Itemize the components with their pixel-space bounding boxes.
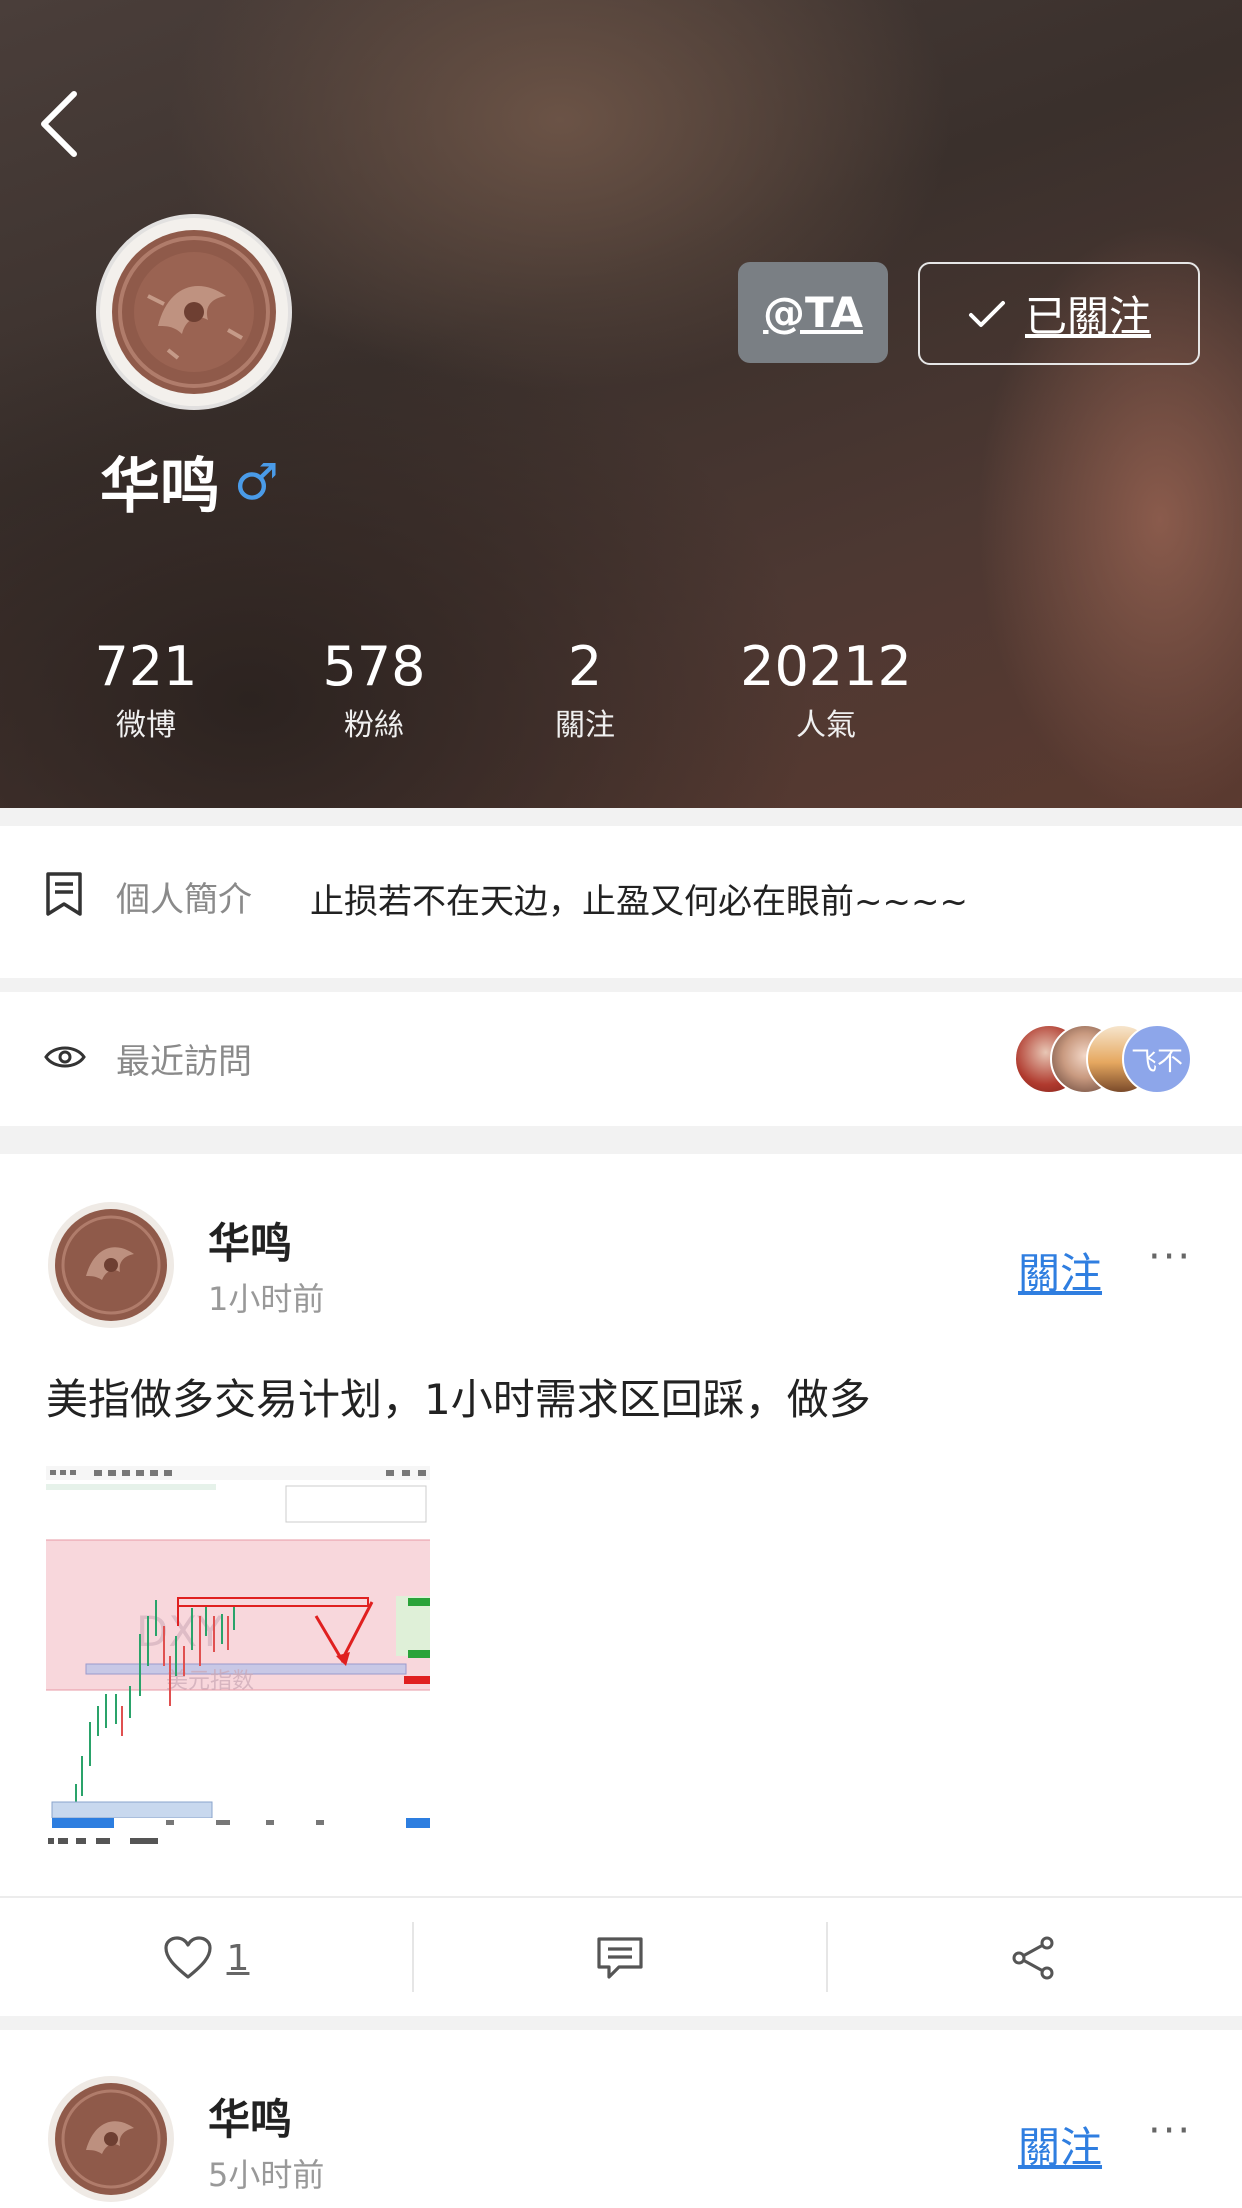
stat-label: 人氣 xyxy=(796,708,856,743)
stat-label: 關注 xyxy=(555,708,615,743)
stat-weibo[interactable]: 721 微博 xyxy=(86,632,206,750)
recent-visits-section[interactable]: 最近訪問 飞不 xyxy=(0,992,1242,1126)
post-author-name[interactable]: 华鸣 xyxy=(208,1210,292,1271)
post-author-avatar[interactable] xyxy=(48,2076,174,2202)
share-icon xyxy=(1012,1936,1054,1980)
intro-text: 止损若不在天边，止盈又何必在眼前~~~~ xyxy=(310,882,968,922)
follow-button[interactable]: 關注 xyxy=(1018,2114,1102,2175)
visitor-avatars[interactable]: 飞不 xyxy=(1014,1024,1194,1094)
profile-name-row: 华鸣 ♂ xyxy=(100,438,279,525)
post-card: 华鸣 5小时前 關注 ··· xyxy=(0,2030,1242,2208)
male-gender-icon: ♂ xyxy=(234,452,279,511)
stat-value: 721 xyxy=(94,635,198,698)
stat-label: 粉絲 xyxy=(344,708,404,743)
recent-visits-label: 最近訪問 xyxy=(116,1042,252,1082)
follow-button[interactable]: 關注 xyxy=(1018,1240,1102,1301)
comment-button[interactable] xyxy=(414,1898,826,2018)
profile-name: 华鸣 xyxy=(100,452,220,522)
intro-section: 個人簡介 止损若不在天边，止盈又何必在眼前~~~~ xyxy=(0,826,1242,978)
share-button[interactable] xyxy=(828,1898,1240,2018)
post-card: 华鸣 1小时前 關注 ··· 美指做多交易计划，1小时需求区回踩，做多 DXY … xyxy=(0,1154,1242,2016)
comment-icon xyxy=(597,1937,643,1979)
like-count: 1 xyxy=(226,1937,250,1979)
post-author-name[interactable]: 华鸣 xyxy=(208,2086,292,2147)
back-arrow-icon xyxy=(41,91,77,157)
more-options-button[interactable]: ··· xyxy=(1148,2108,1192,2154)
profile-avatar[interactable] xyxy=(100,218,288,406)
post-action-bar: 1 xyxy=(0,1896,1242,2018)
check-icon xyxy=(968,300,1005,327)
avatar-image xyxy=(55,1209,167,1321)
chart-screenshot-image: DXY 美元指数 xyxy=(46,1466,430,1850)
followed-label: 已關注 xyxy=(1024,292,1151,341)
stat-fans[interactable]: 578 粉絲 xyxy=(314,632,434,750)
post-text: 美指做多交易计划，1小时需求区回踩，做多 xyxy=(46,1375,871,1424)
stat-following[interactable]: 2 關注 xyxy=(525,632,645,750)
more-options-button[interactable]: ··· xyxy=(1148,1234,1192,1280)
visitor-avatar-text[interactable]: 飞不 xyxy=(1122,1024,1192,1094)
post-image[interactable]: DXY 美元指数 xyxy=(46,1466,430,1850)
profile-note-icon xyxy=(46,872,82,916)
heart-icon xyxy=(163,1936,212,1979)
eye-icon xyxy=(44,1046,86,1068)
profile-header: @TA 已關注 华鸣 ♂ 721 微博 578 粉絲 2 關注 20212 人氣 xyxy=(0,0,1242,808)
post-time: 5小时前 xyxy=(208,2156,325,2194)
chart-watermark: DXY xyxy=(136,1607,223,1656)
chart-watermark-sub: 美元指数 xyxy=(166,1669,254,1694)
like-button[interactable]: 1 xyxy=(0,1898,412,2018)
avatar-image xyxy=(112,230,276,394)
followed-button[interactable]: 已關注 xyxy=(918,262,1200,365)
stat-label: 微博 xyxy=(116,708,176,743)
intro-label: 個人簡介 xyxy=(116,880,252,920)
stat-popularity[interactable]: 20212 人氣 xyxy=(726,632,926,750)
stat-value: 2 xyxy=(567,635,603,698)
at-button[interactable]: @TA xyxy=(738,262,888,363)
profile-stats: 721 微博 578 粉絲 2 關注 20212 人氣 xyxy=(0,632,1242,772)
back-button[interactable] xyxy=(28,80,98,170)
stat-value: 578 xyxy=(322,635,426,698)
post-time: 1小时前 xyxy=(208,1280,325,1318)
post-author-avatar[interactable] xyxy=(48,1202,174,1328)
stat-value: 20212 xyxy=(740,635,912,698)
avatar-image xyxy=(55,2083,167,2195)
